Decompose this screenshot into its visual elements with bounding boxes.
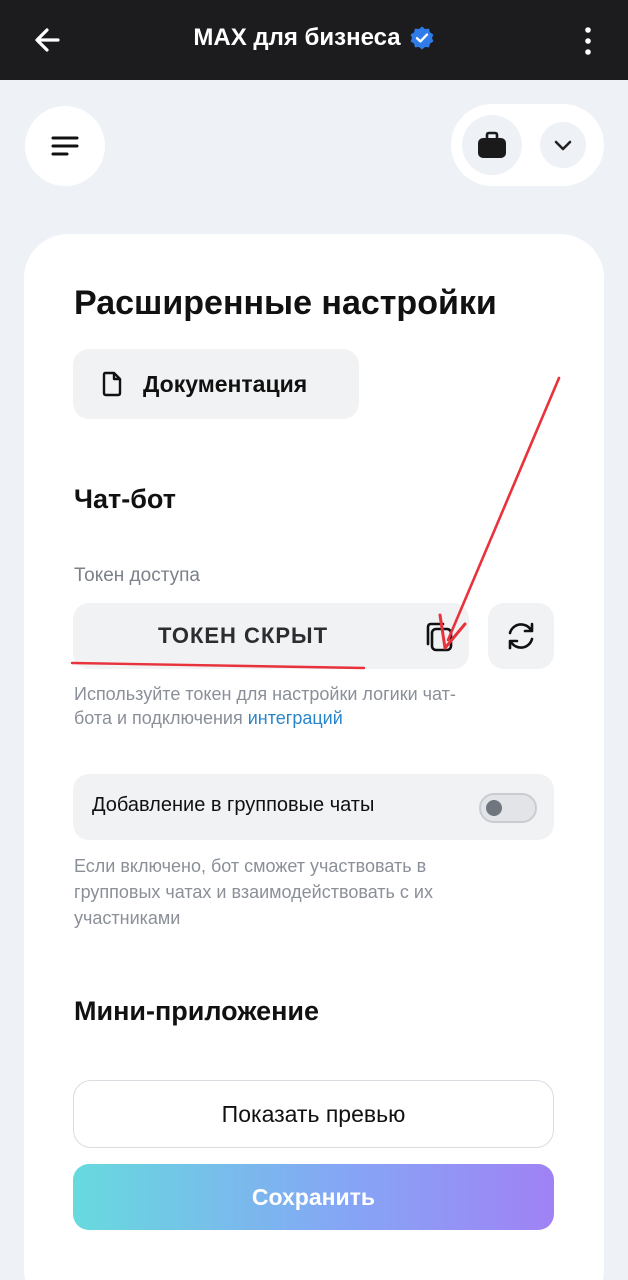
- documentation-label: Документация: [143, 370, 308, 397]
- briefcase-icon: [478, 131, 506, 158]
- expand-button[interactable]: [540, 122, 586, 168]
- app-title-row: MAX для бизнеса: [0, 24, 628, 52]
- token-field[interactable]: ТОКЕН СКРЫТ: [73, 603, 469, 669]
- token-label: Токен доступа: [74, 565, 200, 586]
- toggle-knob: [486, 800, 502, 816]
- business-button[interactable]: [462, 115, 522, 175]
- save-button[interactable]: Сохранить: [73, 1164, 554, 1230]
- mini-app-section-title: Мини-приложение: [74, 996, 320, 1026]
- show-preview-button[interactable]: Показать превью: [73, 1080, 554, 1148]
- settings-card: Расширенные настройки Документация Чат-б…: [24, 234, 604, 1280]
- page-title: Расширенные настройки: [74, 284, 497, 322]
- chatbot-section-title: Чат-бот: [74, 484, 176, 514]
- menu-icon: [51, 136, 79, 156]
- more-options-button[interactable]: [578, 24, 598, 58]
- account-switcher: [451, 104, 604, 186]
- menu-button[interactable]: [25, 106, 105, 186]
- token-hint: Используйте токен для настройки логики ч…: [74, 682, 474, 730]
- copy-token-button[interactable]: [423, 620, 457, 654]
- group-chats-hint: Если включено, бот сможет участвовать в …: [74, 856, 433, 928]
- top-bar: MAX для бизнеса: [0, 0, 628, 80]
- copy-icon: [426, 622, 453, 652]
- group-chats-label: Добавление в групповые чаты: [92, 794, 375, 816]
- group-chats-setting: Добавление в групповые чаты: [73, 774, 554, 840]
- chevron-down-icon: [554, 140, 572, 151]
- refresh-icon: [508, 622, 534, 650]
- verified-badge-icon: [410, 26, 433, 50]
- document-icon: [102, 371, 122, 397]
- more-vertical-icon: [585, 27, 591, 55]
- app-title: MAX для бизнеса: [193, 24, 401, 51]
- integrations-link[interactable]: интеграций: [248, 708, 343, 728]
- token-value: ТОКЕН СКРЫТ: [157, 623, 329, 648]
- group-chats-toggle[interactable]: [479, 793, 537, 823]
- regenerate-token-button[interactable]: [488, 603, 554, 669]
- documentation-button[interactable]: Документация: [73, 349, 359, 419]
